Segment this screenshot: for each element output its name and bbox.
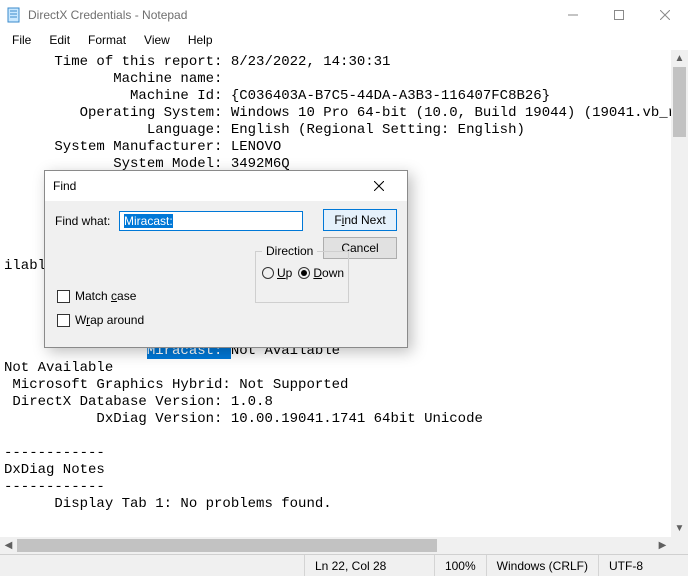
window-titlebar: DirectX Credentials - Notepad — [0, 0, 688, 30]
radio-icon — [262, 267, 274, 279]
editor-line: Microsoft Graphics Hybrid: Not Supported — [4, 377, 671, 394]
scroll-right-icon[interactable]: ▶ — [654, 537, 671, 554]
window-controls — [550, 0, 688, 30]
editor-line: System Manufacturer: LENOVO — [4, 139, 671, 156]
editor-line: Operating System: Windows 10 Pro 64-bit … — [4, 105, 671, 122]
window-title: DirectX Credentials - Notepad — [28, 8, 187, 22]
editor-line: Not Available — [4, 360, 671, 377]
editor-line: ------------ — [4, 479, 671, 496]
editor-line: Language: English (Regional Setting: Eng… — [4, 122, 671, 139]
find-close-button[interactable] — [359, 172, 399, 200]
find-next-button[interactable]: Find Next — [323, 209, 397, 231]
checkbox-icon — [57, 290, 70, 303]
find-dialog-titlebar[interactable]: Find — [45, 171, 407, 201]
menu-file[interactable]: File — [4, 31, 39, 49]
status-encoding: UTF-8 — [598, 555, 688, 576]
notepad-icon — [6, 7, 22, 23]
editor-line: DxDiag Notes — [4, 462, 671, 479]
horizontal-scrollbar[interactable]: ◀ ▶ — [0, 537, 671, 554]
status-lncol: Ln 22, Col 28 — [304, 555, 434, 576]
menu-view[interactable]: View — [136, 31, 178, 49]
status-bar: Ln 22, Col 28 100% Windows (CRLF) UTF-8 — [0, 554, 688, 576]
scroll-left-icon[interactable]: ◀ — [0, 537, 17, 554]
direction-label: Direction — [262, 244, 317, 258]
radio-icon — [298, 267, 310, 279]
editor-line: Machine Id: {C036403A-B7C5-44DA-A3B3-116… — [4, 88, 671, 105]
editor-line: Machine name: — [4, 71, 671, 88]
direction-group: Direction Up Down — [255, 251, 349, 303]
direction-up-radio[interactable]: Up — [262, 266, 292, 280]
vertical-scroll-thumb[interactable] — [673, 67, 686, 137]
close-button[interactable] — [642, 0, 688, 30]
find-what-label: Find what: — [55, 214, 113, 228]
editor-line: DxDiag Version: 10.00.19041.1741 64bit U… — [4, 411, 671, 428]
scroll-down-icon[interactable]: ▼ — [671, 520, 688, 537]
find-dialog: Find Find what: Find Next Cancel Directi… — [44, 170, 408, 348]
scroll-up-icon[interactable]: ▲ — [671, 50, 688, 67]
minimize-button[interactable] — [550, 0, 596, 30]
vertical-scrollbar[interactable]: ▲ ▼ — [671, 50, 688, 537]
find-dialog-title: Find — [53, 179, 359, 193]
status-spacer — [0, 555, 304, 576]
scroll-corner — [671, 537, 688, 554]
menu-bar: File Edit Format View Help — [0, 30, 688, 50]
editor-line — [4, 428, 671, 445]
editor-line: Display Tab 1: No problems found. — [4, 496, 671, 513]
horizontal-scroll-thumb[interactable] — [17, 539, 437, 552]
menu-edit[interactable]: Edit — [41, 31, 78, 49]
maximize-button[interactable] — [596, 0, 642, 30]
wrap-around-checkbox[interactable]: Wrap around — [57, 313, 144, 327]
editor-line: Time of this report: 8/23/2022, 14:30:31 — [4, 54, 671, 71]
status-zoom: 100% — [434, 555, 486, 576]
editor-line: ------------ — [4, 445, 671, 462]
menu-help[interactable]: Help — [180, 31, 221, 49]
status-eol: Windows (CRLF) — [486, 555, 598, 576]
editor-line: DirectX Database Version: 1.0.8 — [4, 394, 671, 411]
match-case-checkbox[interactable]: Match case — [57, 289, 144, 303]
direction-down-radio[interactable]: Down — [298, 266, 344, 280]
checkbox-icon — [57, 314, 70, 327]
menu-format[interactable]: Format — [80, 31, 134, 49]
find-what-input[interactable] — [119, 211, 303, 231]
